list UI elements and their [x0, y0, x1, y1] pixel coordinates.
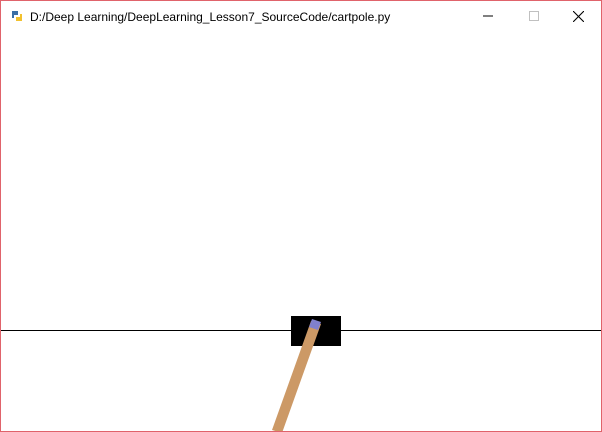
- maximize-button[interactable]: [511, 1, 557, 31]
- window-title: D:/Deep Learning/DeepLearning_Lesson7_So…: [30, 10, 391, 24]
- simulation-canvas: [1, 32, 601, 431]
- minimize-icon: [483, 15, 493, 17]
- app-window: D:/Deep Learning/DeepLearning_Lesson7_So…: [0, 0, 602, 432]
- python-app-icon: [10, 9, 24, 23]
- close-button[interactable]: [555, 1, 601, 31]
- minimize-button[interactable]: [465, 1, 511, 31]
- title-bar[interactable]: D:/Deep Learning/DeepLearning_Lesson7_So…: [1, 1, 601, 32]
- close-icon: [572, 10, 584, 22]
- cartpole-scene: [1, 316, 601, 431]
- maximize-icon: [529, 11, 539, 21]
